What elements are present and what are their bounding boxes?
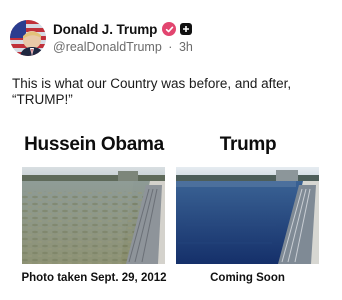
author-meta: @realDonaldTrump · 3h — [53, 40, 193, 54]
meta-separator: · — [168, 40, 173, 54]
verified-icon — [162, 22, 177, 36]
profile-avatar[interactable] — [10, 20, 46, 56]
author-handle[interactable]: @realDonaldTrump — [53, 40, 162, 54]
author-display-name[interactable]: Donald J. Trump — [53, 22, 157, 37]
meme-title-right: Trump — [219, 134, 277, 155]
author-name-row: Donald J. Trump — [53, 20, 193, 38]
meme-title-left: Hussein Obama — [24, 134, 164, 155]
post-body-text: This is what our Country was before, and… — [12, 76, 292, 107]
meme-caption-right: Coming Soon — [210, 272, 285, 284]
reflecting-pool-clean-photo — [176, 167, 319, 264]
post-timestamp[interactable]: 3h — [179, 40, 193, 54]
reflecting-pool-murky-photo — [22, 167, 165, 264]
meme-caption-left: Photo taken Sept. 29, 2012 — [21, 272, 167, 284]
flag-avatar-icon — [10, 20, 46, 56]
plus-badge-icon — [180, 23, 193, 35]
meme-image[interactable]: Hussein Obama Trump Photo taken Sept. 29… — [0, 124, 342, 300]
post-card: Donald J. Trump @realDonaldTrump · 3h Th… — [0, 0, 342, 300]
